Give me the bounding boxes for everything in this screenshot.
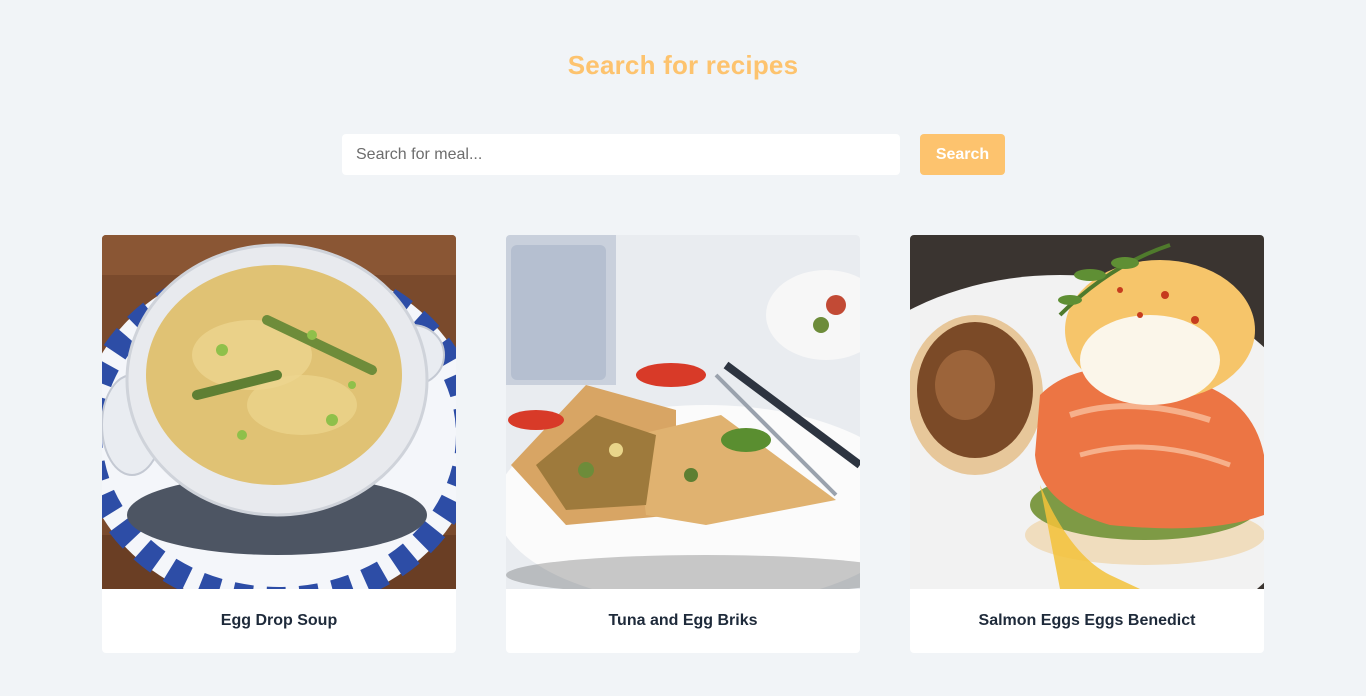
meal-card-tuna-and-egg-briks[interactable]: Tuna and Egg Briks xyxy=(506,235,860,653)
meal-image-egg-drop-soup xyxy=(102,235,456,589)
meal-card-salmon-eggs-eggs-benedict[interactable]: Salmon Eggs Eggs Benedict xyxy=(910,235,1264,653)
meal-image-salmon-eggs-eggs-benedict xyxy=(910,235,1264,589)
meal-name: Tuna and Egg Briks xyxy=(608,612,758,629)
meal-image-tuna-and-egg-briks xyxy=(506,235,860,589)
search-input[interactable] xyxy=(342,134,900,175)
meal-card-egg-drop-soup[interactable]: Egg Drop Soup xyxy=(102,235,456,653)
page-title: Search for recipes xyxy=(567,50,799,80)
meal-name: Salmon Eggs Eggs Benedict xyxy=(978,612,1196,629)
search-button[interactable]: Search xyxy=(920,134,1005,175)
meal-name: Egg Drop Soup xyxy=(220,612,338,629)
